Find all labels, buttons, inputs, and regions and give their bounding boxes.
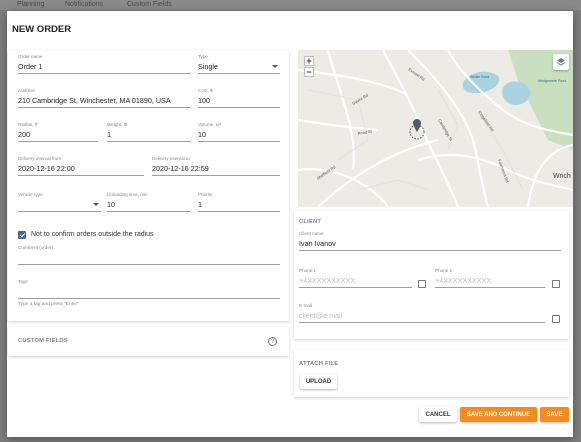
phone2-label: Phone 2 — [435, 268, 453, 273]
volume-label: Volume, м³ — [198, 122, 221, 127]
radius-field[interactable]: Radius, ft 200 — [18, 122, 98, 148]
order-name-label: Order name — [18, 54, 43, 59]
client-name-field[interactable]: Client name Ivan Ivanov — [299, 231, 561, 257]
volume-value: 10 — [198, 130, 206, 139]
email-label: E-mail — [299, 303, 313, 308]
client-name-label: Client name — [299, 231, 324, 236]
phone2-placeholder: +4XXXXXXXXXX — [435, 276, 492, 285]
new-order-dialog: NEW ORDER Order name Order 1 Type Single… — [7, 11, 573, 437]
map-place-label: Winter Pond — [470, 75, 489, 79]
unloading-time-field[interactable]: Unloading time, min 10 — [107, 192, 191, 218]
cost-field[interactable]: Cost, $ 100 — [198, 88, 280, 114]
interval-from-label: Delivery interval from — [18, 156, 62, 161]
comment-label: Comment (order) — [18, 245, 53, 250]
map-street-label: Squire Rd — [351, 93, 369, 106]
address-field[interactable]: Address 210 Cambridge St, Winchester, MA… — [18, 88, 191, 114]
help-icon[interactable]: ? — [268, 337, 277, 346]
map-street-label: Ridgefield Rd — [477, 110, 495, 133]
tags-label: Tags — [18, 279, 28, 284]
cost-label: Cost, $ — [198, 88, 213, 93]
client-title: CLIENT — [299, 219, 322, 225]
confirm-radius-checkbox[interactable] — [18, 231, 26, 239]
cost-value: 100 — [198, 96, 210, 105]
address-value: 210 Cambridge St, Winchester, MA 01890, … — [18, 96, 171, 105]
map-canvas: Everett Rd Cambridge St Pond St Ridgefie… — [298, 50, 573, 207]
client-card: CLIENT Client name Ivan Ivanov Phone 1 +… — [294, 211, 569, 339]
unloading-time-label: Unloading time, min — [107, 192, 148, 197]
phone1-field[interactable]: Phone 1 +4XXXXXXXXXX — [299, 268, 412, 294]
order-details-card: Order name Order 1 Type Single Address 2… — [8, 50, 289, 321]
background-tab-bar: Planning Notifications Custom Fields — [0, 0, 581, 10]
phone1-placeholder: +4XXXXXXXXXX — [299, 276, 356, 285]
map-street-label: Everett Rd — [407, 67, 425, 82]
phone2-field[interactable]: Phone 2 +4XXXXXXXXXX — [435, 268, 545, 294]
background-tab-planning: Planning — [17, 1, 45, 8]
priority-value: 1 — [198, 200, 202, 209]
map-place-label: Wrich — [553, 173, 571, 180]
volume-field[interactable]: Volume, м³ 10 — [198, 122, 280, 148]
weight-field[interactable]: Weight, lb 1 — [107, 122, 191, 148]
order-name-field[interactable]: Order name Order 1 — [18, 54, 191, 80]
priority-field[interactable]: Priority 1 — [198, 192, 280, 218]
tags-hint: Type a tag and press "Enter" — [18, 302, 80, 307]
custom-fields-title: CUSTOM FIELDS — [18, 338, 68, 344]
vehicle-type-label: Vehicle type — [18, 192, 43, 197]
type-label: Type — [198, 54, 208, 59]
email-field[interactable]: E-mail client@e.mail — [299, 303, 545, 329]
email-checkbox[interactable] — [552, 315, 560, 323]
type-value: Single — [198, 62, 218, 71]
map-street-label: Pond St — [357, 128, 373, 136]
zoom-out-button[interactable]: − — [304, 67, 314, 77]
layers-icon — [556, 58, 566, 66]
interval-to-label: Delivery interval to — [152, 156, 190, 161]
upload-button[interactable]: UPLOAD — [300, 374, 337, 389]
custom-fields-card: CUSTOM FIELDS ? — [8, 327, 289, 356]
zoom-in-button[interactable]: + — [304, 56, 314, 66]
interval-to-field[interactable]: Delivery interval to 2020-12-16 22:59 — [152, 156, 280, 182]
phone1-label: Phone 1 — [299, 268, 317, 273]
client-name-value: Ivan Ivanov — [299, 239, 336, 248]
unloading-time-value: 10 — [107, 200, 115, 209]
radius-value: 200 — [18, 130, 30, 139]
background-tab-custom-fields: Custom Fields — [127, 1, 172, 8]
priority-label: Priority — [198, 192, 213, 197]
map-place-label: Wedgemere Pond — [538, 79, 566, 83]
background-tab-notifications: Notifications — [65, 1, 104, 8]
phone1-checkbox[interactable] — [418, 280, 426, 288]
chevron-down-icon — [272, 65, 278, 68]
interval-to-value: 2020-12-16 22:59 — [152, 164, 209, 173]
order-name-value: Order 1 — [18, 62, 43, 71]
comment-field[interactable]: Comment (order) — [18, 245, 280, 271]
interval-from-value: 2020-12-16 22:00 — [18, 164, 75, 173]
email-placeholder: client@e.mail — [299, 311, 343, 320]
map[interactable]: Everett Rd Cambridge St Pond St Ridgefie… — [298, 50, 573, 207]
location-marker-icon[interactable] — [413, 119, 421, 132]
address-label: Address — [18, 88, 35, 93]
interval-from-field[interactable]: Delivery interval from 2020-12-16 22:00 — [18, 156, 144, 182]
save-button[interactable]: SAVE — [540, 407, 569, 422]
radius-label: Radius, ft — [18, 122, 38, 127]
weight-value: 1 — [107, 130, 111, 139]
save-and-continue-button[interactable]: SAVE AND CONTINUE — [460, 407, 537, 422]
attach-file-title: ATTACH FILE — [299, 361, 339, 367]
type-select[interactable]: Type Single — [198, 54, 280, 80]
cancel-button[interactable]: CANCEL — [419, 407, 457, 422]
attach-file-card: ATTACH FILE UPLOAD — [294, 349, 569, 397]
map-street-label: Cambridge St — [437, 118, 454, 142]
weight-label: Weight, lb — [107, 122, 128, 127]
vehicle-type-select[interactable]: Vehicle type — [18, 192, 101, 218]
layers-button[interactable] — [553, 54, 569, 70]
chevron-down-icon — [93, 203, 99, 206]
confirm-radius-label: Not to confirm orders outside the radius — [31, 231, 154, 238]
phone2-checkbox[interactable] — [552, 280, 560, 288]
dialog-title: NEW ORDER — [12, 24, 72, 35]
